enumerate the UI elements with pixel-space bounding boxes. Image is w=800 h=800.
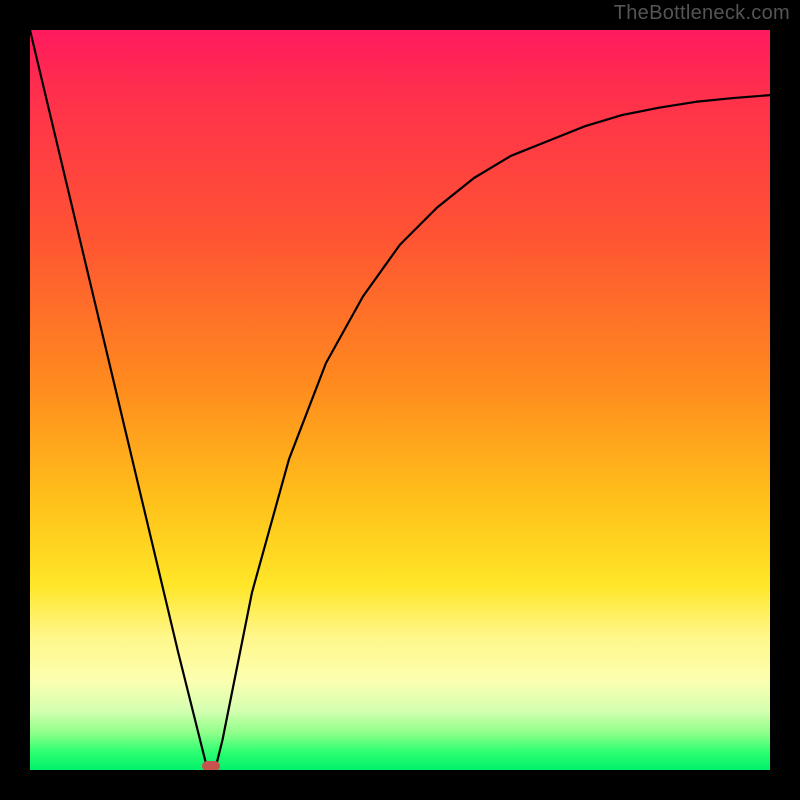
watermark-text: TheBottleneck.com bbox=[614, 2, 790, 25]
curve-path bbox=[30, 30, 770, 770]
chart-frame: TheBottleneck.com bbox=[0, 0, 800, 800]
min-marker bbox=[202, 761, 220, 770]
bottleneck-curve bbox=[30, 30, 770, 770]
plot-area bbox=[30, 30, 770, 770]
